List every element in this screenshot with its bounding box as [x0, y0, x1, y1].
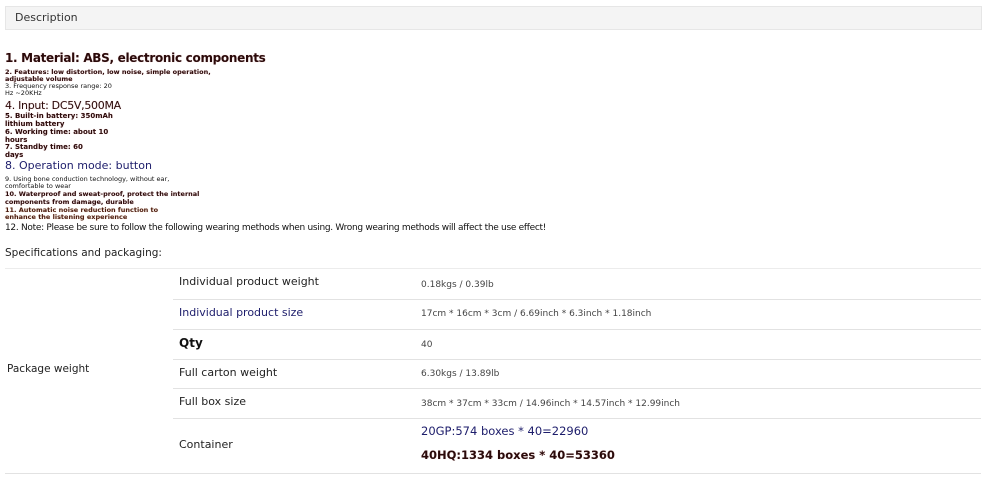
feature-noise-reduction-line2: enhance the listening experience — [5, 213, 128, 221]
feature-material: 1. Material: ABS, electronic components — [5, 51, 266, 65]
row-value-qty: 40 — [421, 340, 433, 350]
feature-working-time-line1: 6. Working time: about 10 — [5, 128, 109, 136]
feature-note: 12. Note: Please be sure to follow the f… — [5, 223, 547, 233]
feature-bone-conduction-line2: comfortable to wear — [5, 182, 71, 190]
table-divider — [5, 268, 981, 269]
feature-operation-mode: 8. Operation mode: button — [5, 159, 152, 172]
row-label-product-size: Individual product size — [179, 306, 304, 319]
row-label-container: Container — [179, 438, 233, 451]
feature-frequency-line2: Hz ~20KHz — [5, 89, 42, 97]
row-value-container-20gp: 20GP:574 boxes * 40=22960 — [421, 424, 589, 438]
feature-battery-line2: lithium battery — [5, 120, 65, 128]
row-label-box-size: Full box size — [179, 395, 247, 408]
description-tab[interactable]: Description — [5, 6, 982, 30]
row-value-container-40hq: 40HQ:1334 boxes * 40=53360 — [421, 448, 615, 462]
row-value-carton-weight: 6.30kgs / 13.89lb — [421, 369, 500, 379]
table-divider — [173, 359, 981, 360]
description-tab-label: Description — [15, 11, 78, 24]
row-label-carton-weight: Full carton weight — [179, 366, 278, 379]
feature-standby-line2: days — [5, 151, 24, 159]
feature-standby-line1: 7. Standby time: 60 — [5, 143, 83, 151]
specifications-table: Package weight Individual product weight… — [5, 268, 981, 474]
package-weight-label: Package weight — [7, 363, 90, 375]
table-divider — [173, 388, 981, 389]
row-label-product-weight: Individual product weight — [179, 275, 319, 288]
table-divider — [5, 473, 981, 474]
feature-battery-line1: 5. Built-in battery: 350mAh — [5, 112, 113, 120]
feature-input: 4. Input: DC5V,500MA — [5, 99, 121, 112]
row-value-box-size: 38cm * 37cm * 33cm / 14.96inch * 14.57in… — [421, 399, 681, 409]
table-divider — [173, 418, 981, 419]
row-label-qty: Qty — [179, 336, 203, 350]
row-value-product-size: 17cm * 16cm * 3cm / 6.69inch * 6.3inch *… — [421, 309, 652, 319]
feature-waterproof-line2: components from damage, durable — [5, 198, 134, 206]
feature-waterproof-line1: 10. Waterproof and sweat-proof, protect … — [5, 190, 200, 198]
table-divider — [173, 299, 981, 300]
specifications-title: Specifications and packaging: — [5, 247, 162, 259]
table-divider — [173, 329, 981, 330]
row-value-product-weight: 0.18kgs / 0.39lb — [421, 280, 494, 290]
